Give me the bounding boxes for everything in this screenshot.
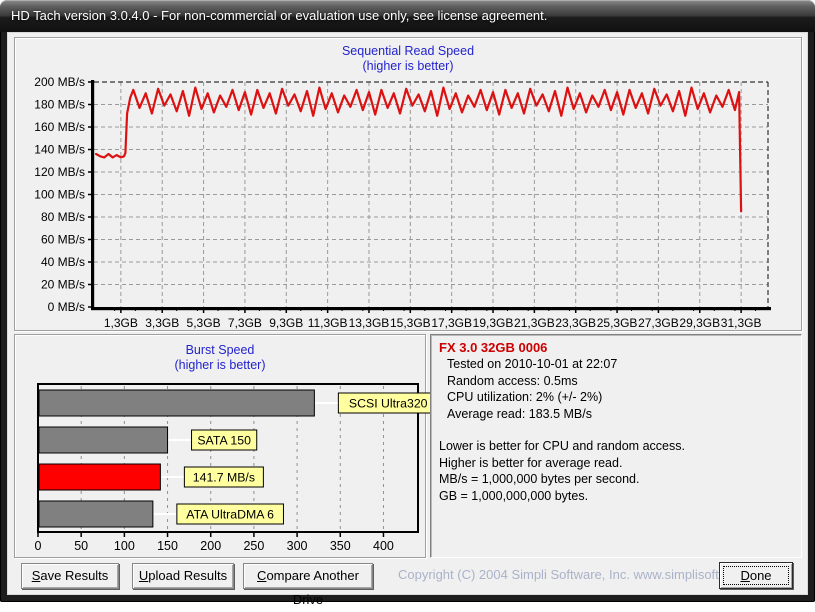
client-area: Sequential Read Speed (higher is better)… <box>7 32 808 595</box>
random-access-line: Random access: 0.5ms <box>447 373 793 390</box>
svg-text:0: 0 <box>35 539 42 553</box>
sequential-read-plot: 0 MB/s 20 MB/s 40 MB/s 60 MB/s 80 MB/s 100 MB… <box>18 70 798 328</box>
burst-speed-panel: Burst Speed (higher is better) SCSI Ultr… <box>14 334 426 558</box>
svg-text:5,3GB: 5,3GB <box>187 316 221 330</box>
svg-text:140 MB/s: 140 MB/s <box>34 143 85 157</box>
svg-text:3,3GB: 3,3GB <box>145 316 179 330</box>
svg-text:15,3GB: 15,3GB <box>390 316 431 330</box>
sequential-read-panel: Sequential Read Speed (higher is better)… <box>14 37 802 331</box>
svg-text:23,3GB: 23,3GB <box>555 316 596 330</box>
burst-speed-subtitle: (higher is better) <box>15 358 425 373</box>
svg-text:300: 300 <box>287 539 308 553</box>
svg-text:80 MB/s: 80 MB/s <box>41 210 85 224</box>
drive-info-panel: FX 3.0 32GB 0006 Tested on 2010-10-01 at… <box>430 334 802 558</box>
upload-results-button[interactable]: Upload Results <box>132 563 234 589</box>
save-results-button[interactable]: Save Results <box>21 563 119 589</box>
svg-text:27,3GB: 27,3GB <box>638 316 679 330</box>
note-gb-definition: GB = 1,000,000,000 bytes. <box>439 488 793 505</box>
svg-text:40 MB/s: 40 MB/s <box>41 255 85 269</box>
note-higher-better: Higher is better for average read. <box>439 455 793 472</box>
cpu-utilization-line: CPU utilization: 2% (+/- 2%) <box>447 389 793 406</box>
svg-text:SCSI Ultra320: SCSI Ultra320 <box>349 396 428 410</box>
svg-text:9,3GB: 9,3GB <box>269 316 303 330</box>
svg-text:60 MB/s: 60 MB/s <box>41 233 85 247</box>
svg-text:17,3GB: 17,3GB <box>431 316 472 330</box>
svg-text:50: 50 <box>74 539 88 553</box>
svg-text:7,3GB: 7,3GB <box>228 316 262 330</box>
svg-text:120 MB/s: 120 MB/s <box>34 165 85 179</box>
drive-name: FX 3.0 32GB 0006 <box>439 340 793 356</box>
svg-text:ATA UltraDMA 6: ATA UltraDMA 6 <box>186 507 274 521</box>
svg-text:0 MB/s: 0 MB/s <box>48 300 85 314</box>
done-button[interactable]: Done <box>719 562 793 589</box>
sequential-read-title: Sequential Read Speed <box>15 44 801 59</box>
average-read-line: Average read: 183.5 MB/s <box>447 406 793 423</box>
svg-text:141.7 MB/s: 141.7 MB/s <box>193 470 255 484</box>
svg-text:SATA 150: SATA 150 <box>197 433 251 447</box>
hd-tach-window: HD Tach version 3.0.4.0 - For non-commer… <box>0 0 815 602</box>
compare-another-drive-button[interactable]: Compare Another Drive <box>243 563 373 589</box>
svg-text:21,3GB: 21,3GB <box>514 316 555 330</box>
svg-text:180 MB/s: 180 MB/s <box>34 98 85 112</box>
svg-text:100: 100 <box>114 539 135 553</box>
svg-text:200: 200 <box>200 539 221 553</box>
svg-text:20 MB/s: 20 MB/s <box>41 278 85 292</box>
svg-text:100 MB/s: 100 MB/s <box>34 188 85 202</box>
window-title: HD Tach version 3.0.4.0 - For non-commer… <box>11 8 547 23</box>
note-lower-better: Lower is better for CPU and random acces… <box>439 438 793 455</box>
title-bar[interactable]: HD Tach version 3.0.4.0 - For non-commer… <box>0 0 815 32</box>
info-spacer <box>439 422 793 438</box>
burst-speed-title: Burst Speed <box>15 343 425 358</box>
svg-text:31,3GB: 31,3GB <box>721 316 762 330</box>
svg-text:25,3GB: 25,3GB <box>597 316 638 330</box>
svg-text:29,3GB: 29,3GB <box>679 316 720 330</box>
svg-text:400: 400 <box>373 539 394 553</box>
svg-text:1,3GB: 1,3GB <box>104 316 138 330</box>
svg-text:160 MB/s: 160 MB/s <box>34 120 85 134</box>
tested-on-line: Tested on 2010-10-01 at 22:07 <box>447 356 793 373</box>
svg-text:11,3GB: 11,3GB <box>308 316 348 330</box>
svg-text:150: 150 <box>157 539 178 553</box>
svg-text:13,3GB: 13,3GB <box>349 316 390 330</box>
svg-text:250: 250 <box>243 539 264 553</box>
done-button-label: Done <box>740 568 771 583</box>
svg-text:19,3GB: 19,3GB <box>473 316 514 330</box>
svg-text:200 MB/s: 200 MB/s <box>34 75 85 89</box>
note-mbs-definition: MB/s = 1,000,000 bytes per second. <box>439 471 793 488</box>
burst-speed-plot: SCSI Ultra320SATA 150141.7 MB/sATA Ultra… <box>21 377 421 555</box>
svg-text:350: 350 <box>330 539 351 553</box>
